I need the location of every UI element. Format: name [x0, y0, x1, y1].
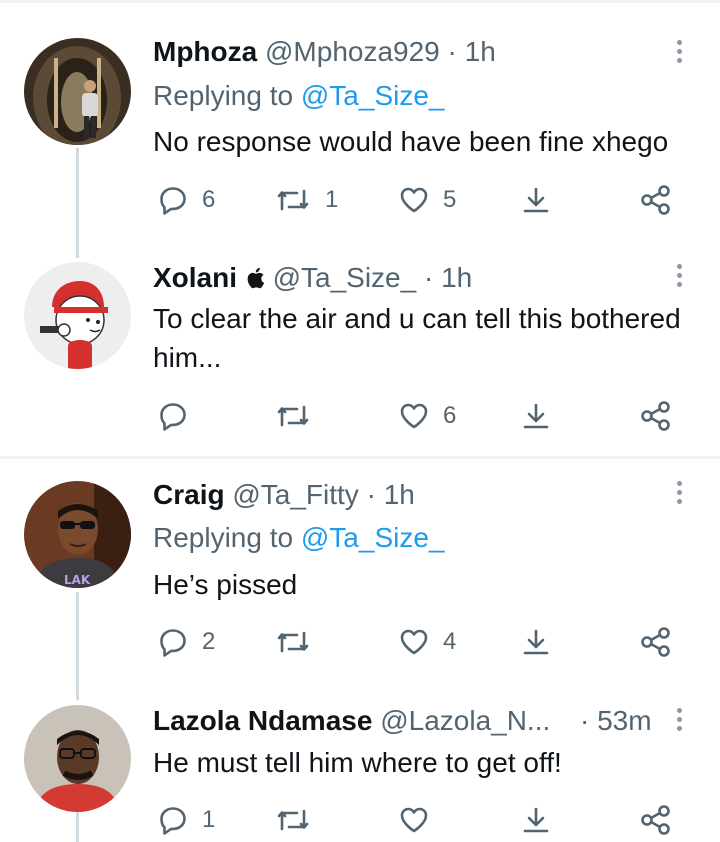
share-button[interactable]	[640, 180, 672, 220]
reply-count: 6	[202, 186, 216, 213]
retweet-icon	[277, 809, 309, 831]
avatar[interactable]: LAK	[24, 481, 131, 588]
tweet-header: Mphoza @Mphoza929 · 1h	[153, 36, 496, 68]
tweet-header: Lazola Ndamase @Lazola_N...	[153, 705, 550, 737]
display-name[interactable]: Craig	[153, 479, 225, 510]
download-icon	[523, 403, 549, 429]
reply-count: 1	[202, 806, 216, 833]
reply-button[interactable]: 2	[158, 622, 215, 662]
retweet-icon	[277, 631, 309, 653]
separator-dot: ·	[423, 262, 434, 293]
like-button[interactable]: 5	[399, 180, 456, 220]
user-handle[interactable]: @Ta_Size_	[273, 262, 417, 293]
timestamp[interactable]: 1h	[441, 262, 472, 293]
separator-dot: ·	[447, 36, 457, 67]
tweet-text: No response would have been fine xhego	[153, 126, 669, 157]
share-button[interactable]	[640, 622, 672, 662]
like-count: 5	[443, 186, 457, 213]
tweet-text: To clear the air and u can tell this bot…	[153, 303, 681, 373]
like-icon	[400, 807, 428, 833]
retweet-count: 1	[325, 186, 339, 213]
like-button[interactable]: 6	[399, 396, 456, 436]
separator-dot: ·	[580, 705, 590, 736]
display-name[interactable]: Mphoza	[153, 36, 257, 67]
replying-to-label: Replying to	[153, 522, 294, 553]
download-icon	[523, 807, 549, 833]
share-icon	[641, 401, 670, 431]
svg-text:LAK: LAK	[64, 573, 91, 587]
replying-to: Replying to @Ta_Size_	[153, 522, 444, 554]
more-icon[interactable]	[676, 481, 684, 508]
mention-link[interactable]: @Ta_Size_	[301, 80, 445, 111]
download-button[interactable]	[521, 622, 551, 662]
like-icon	[400, 187, 428, 213]
retweet-icon	[277, 405, 309, 427]
tweet-text: He must tell him where to get off!	[153, 747, 562, 778]
share-icon	[641, 185, 670, 215]
reply-button[interactable]: 6	[158, 180, 215, 220]
like-button[interactable]: 4	[399, 622, 456, 662]
tweet-divider	[0, 456, 720, 459]
replying-to-label: Replying to	[153, 80, 294, 111]
tweet-actions: 2 4	[0, 622, 720, 662]
display-name[interactable]: Lazola Ndamase	[153, 705, 372, 736]
share-icon	[641, 627, 670, 657]
retweet-button[interactable]	[275, 622, 325, 662]
replying-to: Replying to @Ta_Size_	[153, 80, 444, 112]
share-button[interactable]	[640, 800, 672, 840]
timestamp[interactable]: 53m	[597, 705, 651, 736]
download-icon	[523, 629, 549, 655]
tweet-actions: 6 1 5	[0, 180, 720, 220]
tweet-time: · 53m	[580, 705, 652, 737]
separator-dot: ·	[366, 479, 376, 510]
tweet-text: He’s pissed	[153, 569, 298, 600]
download-button[interactable]	[521, 180, 551, 220]
user-handle[interactable]: @Lazola_N...	[380, 705, 550, 736]
avatar[interactable]	[24, 38, 131, 145]
reply-icon	[160, 629, 186, 657]
more-icon[interactable]	[676, 40, 684, 67]
like-icon	[400, 403, 428, 429]
like-icon	[400, 629, 428, 655]
download-button[interactable]	[521, 800, 551, 840]
like-count: 4	[443, 628, 457, 655]
timestamp[interactable]: 1h	[465, 36, 496, 67]
retweet-button[interactable]	[275, 396, 325, 436]
retweet-button[interactable]: 1	[275, 180, 338, 220]
more-icon[interactable]	[676, 708, 684, 735]
user-handle[interactable]: @Mphoza929	[265, 36, 440, 67]
display-name[interactable]: Xolani	[153, 262, 237, 293]
avatar[interactable]	[24, 705, 131, 812]
reply-icon	[160, 807, 186, 835]
like-button[interactable]	[399, 800, 443, 840]
share-icon	[641, 805, 670, 835]
mention-link[interactable]: @Ta_Size_	[301, 522, 445, 553]
tweet-header: Xolani @Ta_Size_ · 1h	[153, 262, 472, 294]
tweet-header: Craig @Ta_Fitty · 1h	[153, 479, 415, 511]
download-icon	[523, 187, 549, 213]
reply-count: 2	[202, 628, 216, 655]
top-divider	[0, 0, 720, 3]
tweet-actions: 1	[0, 800, 720, 840]
avatar[interactable]	[24, 262, 131, 369]
timestamp[interactable]: 1h	[384, 479, 415, 510]
retweet-icon	[277, 189, 309, 211]
like-count: 6	[443, 402, 457, 429]
more-icon[interactable]	[676, 264, 684, 291]
tweet-actions: 6	[0, 396, 720, 436]
user-handle[interactable]: @Ta_Fitty	[232, 479, 358, 510]
reply-icon	[160, 187, 186, 215]
retweet-button[interactable]	[275, 800, 325, 840]
download-button[interactable]	[521, 396, 551, 436]
reply-button[interactable]	[158, 396, 202, 436]
reply-icon	[160, 403, 186, 431]
reply-button[interactable]: 1	[158, 800, 215, 840]
share-button[interactable]	[640, 396, 672, 436]
apple-icon	[247, 267, 264, 289]
